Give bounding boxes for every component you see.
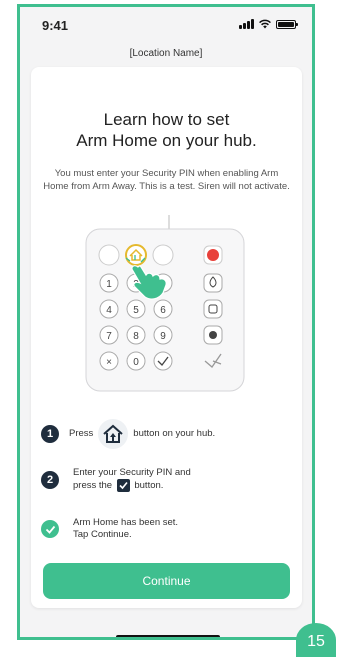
step-text-before: Press [69, 428, 94, 439]
key-9: 9 [160, 331, 166, 342]
page-number-badge: 15 [296, 623, 336, 657]
arm-away-icon [98, 244, 120, 266]
step-number: 2 [41, 470, 59, 489]
card-title-line1: Learn how to set [103, 110, 230, 129]
police-icon [203, 299, 223, 319]
step-2-line2: press the button. [73, 479, 191, 492]
tutorial-card: Learn how to set Arm Home on your hub. Y… [31, 67, 302, 608]
checkbox-icon [116, 479, 130, 492]
status-icons [239, 19, 298, 29]
arm-home-icon [125, 244, 147, 266]
wifi-icon [259, 19, 271, 29]
card-description: You must enter your Security PIN when en… [43, 168, 290, 192]
key-8: 8 [133, 331, 139, 342]
step-2-text: Enter your Security PIN and press the bu… [73, 467, 191, 492]
key-4: 4 [106, 305, 112, 316]
key-1: 1 [106, 279, 112, 290]
key-0: 0 [133, 357, 139, 368]
status-bar: 9:41 [20, 7, 312, 41]
location-name: [Location Name] [129, 48, 203, 59]
key-7: 7 [106, 331, 112, 342]
key-6: 6 [160, 305, 166, 316]
disarm-icon [152, 244, 174, 266]
keypad-illustration: 1 2 3 4 5 6 7 8 9 × 0 [85, 215, 245, 392]
battery-icon [276, 20, 298, 29]
step-2: 2 Enter your Security PIN and press the … [41, 467, 191, 492]
status-time: 9:41 [42, 18, 69, 33]
step-1: 1 Press button on your hub. [41, 419, 215, 449]
step-2-line1: Enter your Security PIN and [73, 467, 191, 478]
step-3-text: Arm Home has been set. Tap Continue. [73, 517, 178, 541]
step-3-line1: Arm Home has been set. [73, 517, 179, 528]
card-title-line2: Arm Home on your hub. [76, 131, 257, 150]
card-title: Learn how to set Arm Home on your hub. [31, 109, 302, 151]
step-2-line2-after: button. [134, 480, 164, 492]
cancel-icon: × [106, 357, 112, 368]
signal-icon [239, 19, 254, 29]
step-2-line2-before: press the [73, 480, 113, 492]
step-3: Arm Home has been set. Tap Continue. [41, 517, 178, 541]
phone-frame: 9:41 [Location Name] Learn how to set Ar… [17, 4, 315, 640]
step-number: 1 [41, 425, 59, 443]
check-icon [41, 520, 59, 538]
step-3-line2: Tap Continue. [73, 529, 132, 540]
arm-home-icon [98, 419, 129, 449]
continue-button[interactable]: Continue [43, 563, 290, 599]
step-text-after: button on your hub. [133, 428, 216, 439]
home-indicator[interactable] [116, 635, 220, 637]
key-5: 5 [133, 305, 139, 316]
